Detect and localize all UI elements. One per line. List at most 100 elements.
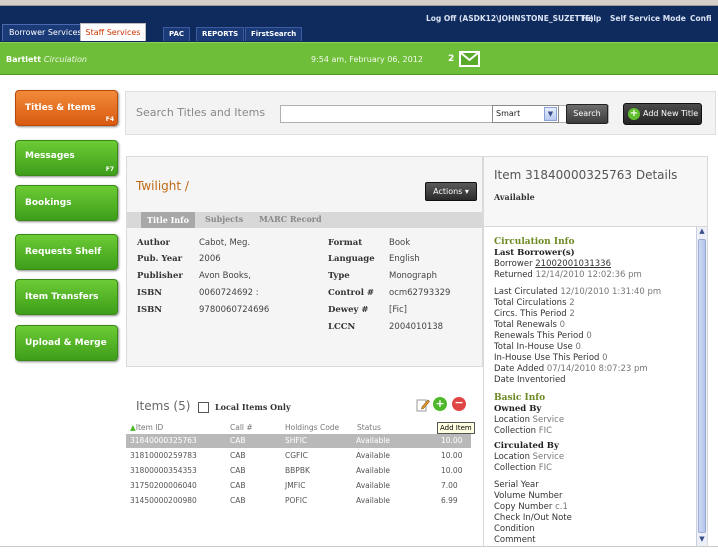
owned-by-heading: Owned By (494, 404, 542, 414)
actions-button[interactable]: Actions ▾ (425, 182, 477, 201)
call-number: CAB (230, 436, 246, 445)
shortcut-key: F4 (105, 116, 114, 123)
library-name: Bartlett (6, 55, 42, 64)
status: Available (356, 481, 390, 490)
search-label: Search Titles and Items (136, 106, 266, 119)
borrower-link[interactable]: 21002001031336 (535, 259, 611, 269)
search-panel: Search Titles and Items Smart ▼ Search +… (125, 91, 716, 135)
sidebar-item-item-transfers[interactable]: Item Transfers (15, 279, 118, 315)
detail-row: Condition (494, 524, 535, 534)
price: 10.00 (441, 436, 463, 445)
sidebar-item-label: Upload & Merge (25, 338, 107, 348)
field-value: English (389, 254, 420, 264)
tab-pac[interactable]: PAC (163, 27, 191, 41)
tab-subjects[interactable]: Subjects (205, 214, 243, 224)
tab-reports[interactable]: REPORTS (196, 27, 245, 41)
circulation-info-heading: Circulation Info (494, 237, 575, 247)
scroll-thumb[interactable] (698, 239, 706, 533)
column-header-call[interactable]: Call # (230, 423, 253, 432)
column-header-item-id[interactable]: ▲Item ID (130, 423, 163, 432)
library-label: Bartlett Circulation (6, 55, 87, 64)
title-tabs: Title Info Subjects MARC Record (127, 212, 482, 228)
status-footer (0, 546, 718, 553)
sidebar-item-label: Requests Shelf (25, 247, 102, 257)
column-header-holdings[interactable]: Holdings Code (285, 423, 339, 432)
status: Available (356, 436, 390, 445)
status: Available (356, 496, 390, 505)
local-items-checkbox[interactable] (198, 402, 209, 413)
scroll-up-icon[interactable]: ▲ (697, 227, 707, 238)
self-service-link[interactable]: Self Service Mode (610, 14, 686, 23)
column-header-status[interactable]: Status (357, 423, 381, 432)
call-number: CAB (230, 496, 246, 505)
add-new-title-button[interactable]: + Add New Title (623, 103, 702, 125)
search-button[interactable]: Search (566, 104, 608, 124)
mail-icon[interactable] (459, 51, 480, 67)
field-label: Publisher (137, 271, 183, 281)
detail-row: Total Circulations 2 (494, 298, 575, 308)
field-value: 2006 (199, 254, 221, 264)
sidebar-item-requests-shelf[interactable]: Requests Shelf (15, 234, 118, 270)
field-label: Dewey # (328, 305, 369, 315)
field-label: ISBN (137, 288, 163, 298)
field-value: Cabot, Meg. (199, 238, 251, 248)
detail-row: In-House Use This Period 0 (494, 353, 608, 363)
shortcut-key: F7 (105, 166, 114, 173)
sidebar-item-messages[interactable]: Messages F7 (15, 140, 118, 176)
scroll-down-icon[interactable]: ▼ (697, 535, 707, 546)
logoff-link[interactable]: Log Off (ASDK12\JOHNSTONE_SUZETTE) (426, 14, 594, 23)
status: Available (356, 466, 390, 475)
field-value: Monograph (389, 271, 438, 281)
tab-staff-services[interactable]: Staff Services (80, 23, 146, 41)
search-input[interactable] (280, 105, 609, 123)
sidebar-item-upload-merge[interactable]: Upload & Merge (15, 325, 118, 361)
price: 6.99 (441, 496, 458, 505)
sidebar-item-titles-items[interactable]: Titles & Items F4 (15, 90, 118, 126)
detail-row: Check In/Out Note (494, 513, 572, 523)
tab-title-info[interactable]: Title Info (141, 212, 195, 228)
config-link[interactable]: Confi (690, 14, 712, 23)
status: Available (356, 451, 390, 460)
field-label: Author (137, 238, 171, 248)
sidebar-item-label: Titles & Items (25, 103, 96, 113)
table-row[interactable]: 31800000354353 CAB BBPBK Available 10.00 (126, 464, 471, 478)
tab-borrower-services[interactable]: Borrower Services (2, 24, 89, 41)
chevron-down-icon[interactable]: ▼ (544, 107, 557, 121)
table-row[interactable]: 31750200006040 CAB JMFIC Available 7.00 (126, 479, 471, 493)
search-mode-select[interactable]: Smart ▼ (492, 105, 559, 123)
detail-row: Renewals This Period 0 (494, 331, 592, 341)
field-label: Type (328, 271, 350, 281)
edit-icon[interactable] (416, 398, 430, 412)
sidebar-item-bookings[interactable]: Bookings (15, 185, 118, 221)
basic-info-heading: Basic Info (494, 393, 546, 403)
field-label: Pub. Year (137, 254, 183, 264)
plus-icon: + (628, 108, 640, 120)
field-value: Avon Books, (199, 271, 251, 281)
price: 10.00 (441, 451, 463, 460)
tab-marc-record[interactable]: MARC Record (259, 214, 322, 224)
detail-row: Location Service (494, 415, 565, 425)
details-scrollbar[interactable]: ▲ ▼ (696, 227, 707, 546)
help-link[interactable]: Help (582, 14, 601, 23)
item-details-title: Item 31840000325763 Details (494, 168, 678, 182)
add-item-icon[interactable]: + (433, 397, 447, 411)
detail-row: Location Service (494, 452, 565, 462)
table-row[interactable]: 31840000325763 CAB SHFIC Available 10.00 (126, 434, 471, 448)
items-heading: Items (5) (136, 399, 191, 413)
detail-row: Total Renewals 0 (494, 320, 565, 330)
remove-item-icon[interactable]: − (452, 397, 466, 411)
add-new-title-label: Add New Title (643, 109, 699, 118)
detail-row: Date Added 07/14/2010 8:07:23 pm (494, 364, 648, 374)
sidebar-item-label: Item Transfers (25, 292, 99, 302)
tab-firstsearch[interactable]: FirstSearch (245, 27, 303, 41)
borrower-line: Borrower 21002001031336 (494, 259, 611, 269)
returned-line: Returned 12/14/2010 12:02:36 pm (494, 270, 642, 280)
title-panel: Twilight / Actions ▾ Title Info Subjects… (126, 156, 483, 367)
add-item-tooltip: Add Item (437, 422, 475, 434)
status-bar: Bartlett Circulation 9:54 am, February 0… (0, 42, 718, 75)
message-count: 2 (448, 54, 455, 64)
item-id: 31750200006040 (130, 481, 197, 490)
table-row[interactable]: 31810000259783 CAB CGFIC Available 10.00 (126, 449, 471, 463)
table-row[interactable]: 31450000200980 CAB POFIC Available 6.99 (126, 494, 471, 508)
item-details-body[interactable]: Circulation Info Last Borrower(s) Borrow… (484, 226, 707, 546)
